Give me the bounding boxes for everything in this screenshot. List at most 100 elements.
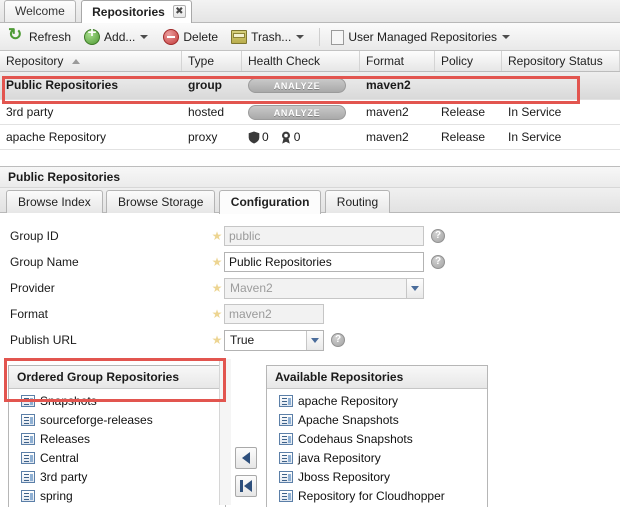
column-header-type[interactable]: Type — [182, 51, 242, 71]
column-header-repository-status[interactable]: Repository Status — [502, 51, 620, 71]
close-icon[interactable]: ✖ — [172, 5, 186, 18]
label-group-name: Group Name — [10, 255, 79, 269]
bar-icon — [240, 480, 243, 492]
cell-health-check: ANALYZE — [242, 72, 360, 99]
available-repositories-title: Available Repositories — [267, 366, 487, 389]
tab-welcome[interactable]: Welcome — [4, 0, 76, 22]
add-button[interactable]: Add... — [79, 25, 155, 48]
analyze-button[interactable]: ANALYZE — [248, 78, 346, 93]
add-label: Add... — [104, 29, 136, 44]
provider-dropdown-button[interactable] — [406, 278, 423, 298]
column-header-policy[interactable]: Policy — [435, 51, 502, 71]
tab-routing[interactable]: Routing — [324, 190, 391, 213]
column-header-repository[interactable]: Repository — [0, 51, 182, 71]
help-icon[interactable]: ? — [431, 229, 445, 243]
list-item[interactable]: apache Repository — [267, 391, 487, 410]
move-all-left-button[interactable] — [235, 475, 257, 497]
repository-grid: Repository Type Health Check Format Poli… — [0, 51, 620, 150]
list-item[interactable]: Releases — [9, 429, 225, 448]
shield-icon — [248, 131, 260, 143]
repository-icon — [279, 394, 293, 407]
required-star-icon: ★ — [211, 307, 223, 321]
available-repositories-list[interactable]: apache Repository Apache Snapshots Codeh… — [267, 389, 487, 507]
table-row[interactable]: Public Repositories group ANALYZE maven2 — [0, 72, 620, 100]
list-item-label: Jboss Repository — [298, 469, 391, 484]
label-provider: Provider — [10, 281, 55, 295]
cell-format: maven2 — [366, 130, 409, 144]
list-item[interactable]: Repository for Cloudhopper — [267, 486, 487, 505]
cell-type: proxy — [188, 130, 218, 144]
chevron-down-icon[interactable] — [140, 34, 149, 39]
format-input[interactable] — [224, 304, 324, 324]
list-item[interactable]: Jboss Repository — [267, 467, 487, 486]
user-managed-repositories-button[interactable]: User Managed Repositories — [325, 26, 517, 48]
group-id-input[interactable] — [224, 226, 424, 246]
label-group-id: Group ID — [10, 229, 59, 243]
security-violations: 0 — [248, 125, 269, 149]
repository-icon — [21, 394, 35, 407]
tab-configuration[interactable]: Configuration — [218, 190, 322, 214]
ordered-group-repositories-panel: Ordered Group Repositories Snapshots sou… — [8, 365, 226, 507]
list-transfer-buttons — [226, 365, 266, 507]
list-item-label: Snapshots — [40, 393, 97, 408]
list-item-label: spring — [40, 488, 73, 503]
move-left-button[interactable] — [235, 447, 257, 469]
list-item-label: apache Repository — [298, 393, 399, 408]
tab-welcome-label: Welcome — [15, 4, 65, 18]
list-item[interactable]: Central — [9, 448, 225, 467]
cell-format: maven2 — [366, 78, 411, 92]
cell-health-check: ANALYZE — [242, 100, 360, 124]
copy-icon — [331, 30, 345, 45]
user-managed-repositories-label: User Managed Repositories — [348, 29, 498, 44]
cell-repository: Public Repositories — [6, 78, 119, 92]
delete-icon — [163, 28, 180, 45]
tab-repositories[interactable]: Repositories ✖ — [81, 0, 192, 23]
cell-policy: Release — [441, 130, 486, 144]
refresh-button[interactable]: Refresh — [4, 25, 76, 48]
list-item[interactable]: java Repository — [267, 448, 487, 467]
provider-select[interactable]: Maven2 — [224, 277, 424, 299]
cell-repository-status: In Service — [508, 105, 562, 119]
repository-icon — [279, 451, 293, 464]
chevron-down-icon[interactable] — [296, 34, 305, 39]
main-tabstrip: Welcome Repositories ✖ — [0, 0, 620, 23]
list-item[interactable]: Apache Snapshots — [267, 410, 487, 429]
cell-repository: apache Repository — [6, 130, 107, 144]
cell-health-check: 0 0 — [242, 125, 360, 149]
help-icon[interactable]: ? — [331, 333, 345, 347]
analyze-button[interactable]: ANALYZE — [248, 105, 346, 120]
list-item[interactable]: spring — [9, 486, 225, 505]
publish-url-select[interactable]: True — [224, 329, 324, 351]
cell-type: group — [188, 78, 222, 92]
list-item[interactable]: Codehaus Snapshots — [267, 429, 487, 448]
repository-icon — [21, 432, 35, 445]
list-item[interactable]: sourceforge-releases — [9, 410, 225, 429]
tab-browse-storage[interactable]: Browse Storage — [106, 190, 216, 213]
ordered-list-scrollbar[interactable] — [219, 359, 231, 505]
table-row[interactable]: apache Repository proxy 0 0 maven2 Relea… — [0, 125, 620, 150]
available-repositories-panel: Available Repositories apache Repository… — [266, 365, 488, 507]
column-header-format[interactable]: Format — [360, 51, 435, 71]
form-row-format: Format ★ — [0, 301, 620, 327]
ordered-group-repositories-title: Ordered Group Repositories — [9, 366, 225, 389]
group-name-input[interactable] — [224, 252, 424, 272]
list-item-label: Apache Snapshots — [298, 412, 399, 427]
list-item[interactable]: 3rd party — [9, 467, 225, 486]
publish-url-dropdown-button[interactable] — [306, 330, 323, 350]
detail-panel-title: Public Repositories — [0, 166, 620, 188]
trash-button[interactable]: Trash... — [226, 26, 311, 48]
label-publish-url: Publish URL — [10, 333, 77, 347]
list-item[interactable]: Snapshots — [9, 391, 225, 410]
repository-icon — [279, 489, 293, 502]
table-row[interactable]: 3rd party hosted ANALYZE maven2 Release … — [0, 100, 620, 125]
tab-browse-index[interactable]: Browse Index — [6, 190, 103, 213]
chevron-down-icon — [311, 337, 319, 343]
detail-subtabs: Browse Index Browse Storage Configuratio… — [0, 188, 620, 214]
chevron-down-icon[interactable] — [502, 34, 511, 39]
delete-button[interactable]: Delete — [158, 26, 223, 48]
column-header-health-check[interactable]: Health Check — [242, 51, 360, 71]
required-star-icon: ★ — [211, 229, 223, 243]
required-star-icon: ★ — [211, 255, 223, 269]
ordered-group-repositories-list[interactable]: Snapshots sourceforge-releases Releases … — [9, 389, 225, 507]
help-icon[interactable]: ? — [431, 255, 445, 269]
